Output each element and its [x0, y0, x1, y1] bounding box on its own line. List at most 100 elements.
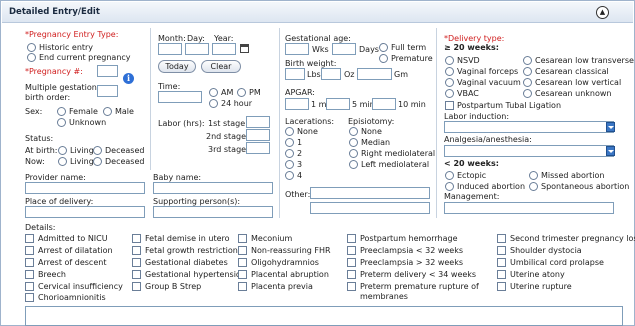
vaginal-forceps-label: Vaginal forceps: [457, 67, 519, 76]
other-input-1[interactable]: [310, 187, 430, 199]
historic-entry-radio[interactable]: [27, 43, 36, 52]
detail-checkbox[interactable]: [497, 270, 506, 279]
episiotomy-none-radio[interactable]: [349, 127, 358, 136]
labor-induction-dropdown-icon[interactable]: [606, 122, 615, 132]
premature-radio[interactable]: [379, 54, 388, 63]
detail-checkbox[interactable]: [25, 234, 34, 243]
24-hour-radio[interactable]: [209, 99, 218, 108]
laceration-3-radio[interactable]: [285, 160, 294, 169]
episiotomy-median-radio[interactable]: [349, 138, 358, 147]
detail-checkbox[interactable]: [132, 270, 141, 279]
ectopic-radio[interactable]: [445, 171, 454, 180]
cesarean-unknown-radio[interactable]: [523, 89, 532, 98]
analgesia-dropdown-icon[interactable]: [606, 146, 615, 156]
laceration-none-radio[interactable]: [285, 127, 294, 136]
cesarean-low-vertical-radio[interactable]: [523, 78, 532, 87]
detail-checkbox[interactable]: [347, 270, 356, 279]
detail-checkbox[interactable]: [25, 246, 34, 255]
am-radio[interactable]: [209, 88, 218, 97]
nsvd-radio[interactable]: [445, 56, 454, 65]
analgesia-select[interactable]: [444, 145, 614, 157]
year-input[interactable]: [212, 43, 236, 55]
detail-checkbox[interactable]: [497, 246, 506, 255]
detail-checkbox[interactable]: [347, 234, 356, 243]
at-birth-deceased-radio[interactable]: [93, 146, 102, 155]
third-stage-input[interactable]: [246, 142, 270, 154]
first-stage-input[interactable]: [246, 116, 270, 128]
vbac-radio[interactable]: [445, 89, 454, 98]
detail-checkbox[interactable]: [25, 258, 34, 267]
detail-checkbox[interactable]: [497, 258, 506, 267]
detail-checkbox[interactable]: [238, 246, 247, 255]
laceration-1-radio[interactable]: [285, 138, 294, 147]
sex-female-radio[interactable]: [57, 107, 66, 116]
laceration-2-radio[interactable]: [285, 149, 294, 158]
cesarean-classical-radio[interactable]: [523, 67, 532, 76]
detail-checkbox[interactable]: [25, 270, 34, 279]
detail-checkbox[interactable]: [238, 282, 247, 291]
today-button[interactable]: Today: [158, 60, 196, 73]
laceration-4-radio[interactable]: [285, 171, 294, 180]
apgar-5min-input[interactable]: [326, 98, 350, 110]
vaginal-forceps-radio[interactable]: [445, 67, 454, 76]
second-stage-input[interactable]: [246, 129, 270, 141]
supporting-persons-input[interactable]: [153, 206, 273, 218]
missed-abortion-radio[interactable]: [529, 171, 538, 180]
detail-checkbox[interactable]: [132, 246, 141, 255]
detail-checkbox[interactable]: [238, 270, 247, 279]
detail-checkbox[interactable]: [132, 234, 141, 243]
month-input[interactable]: [158, 43, 182, 55]
clear-button[interactable]: Clear: [201, 60, 241, 73]
time-input[interactable]: [158, 91, 202, 103]
now-deceased-radio[interactable]: [93, 157, 102, 166]
full-term-radio[interactable]: [379, 43, 388, 52]
vaginal-vacuum-radio[interactable]: [445, 78, 454, 87]
end-current-pregnancy-radio[interactable]: [27, 53, 36, 62]
detail-checkbox[interactable]: [25, 293, 34, 302]
weight-gm-input[interactable]: [357, 68, 392, 80]
pregnancy-number-input[interactable]: [97, 65, 118, 77]
detail-checkbox[interactable]: [238, 234, 247, 243]
episiotomy-left-radio[interactable]: [349, 160, 358, 169]
sex-unknown-radio[interactable]: [57, 118, 66, 127]
place-of-delivery-input[interactable]: [25, 206, 145, 218]
management-input[interactable]: [444, 202, 614, 214]
detail-label: Fetal growth restriction: [145, 246, 238, 255]
detail-checkbox[interactable]: [132, 282, 141, 291]
details-notes-textarea[interactable]: [25, 306, 623, 326]
birth-order-input[interactable]: [97, 85, 118, 97]
gestational-weeks-input[interactable]: [285, 43, 309, 55]
info-icon[interactable]: i: [123, 73, 134, 84]
at-birth-living-radio[interactable]: [58, 146, 67, 155]
gestational-days-input[interactable]: [332, 43, 356, 55]
labor-induction-select[interactable]: [444, 121, 614, 133]
detail-checkbox[interactable]: [347, 282, 356, 291]
apgar-1min-input[interactable]: [285, 98, 309, 110]
induced-abortion-radio[interactable]: [445, 182, 454, 191]
detail-checkbox[interactable]: [347, 246, 356, 255]
weight-lbs-input[interactable]: [285, 68, 305, 80]
detail-checkbox[interactable]: [497, 234, 506, 243]
now-living-radio[interactable]: [58, 157, 67, 166]
detail-checkbox[interactable]: [497, 282, 506, 291]
episiotomy-right-radio[interactable]: [349, 149, 358, 158]
spontaneous-abortion-radio[interactable]: [529, 182, 538, 191]
calendar-icon[interactable]: [240, 44, 249, 53]
day-input[interactable]: [185, 43, 209, 55]
apgar-10min-input[interactable]: [372, 98, 396, 110]
pm-radio[interactable]: [237, 88, 246, 97]
detail-checkbox[interactable]: [132, 258, 141, 267]
third-stage-label: 3rd stage:: [208, 145, 249, 154]
episiotomy-label: Episiotomy:: [348, 117, 395, 126]
detail-checkbox[interactable]: [347, 258, 356, 267]
provider-name-input[interactable]: [25, 182, 145, 194]
tubal-ligation-checkbox[interactable]: [445, 101, 454, 110]
detail-checkbox[interactable]: [25, 282, 34, 291]
baby-name-input[interactable]: [153, 182, 273, 194]
collapse-icon[interactable]: ▲: [596, 6, 609, 19]
detail-checkbox[interactable]: [238, 258, 247, 267]
cesarean-low-transverse-radio[interactable]: [523, 56, 532, 65]
other-input-2[interactable]: [310, 202, 430, 214]
weight-oz-input[interactable]: [321, 68, 341, 80]
sex-male-radio[interactable]: [103, 107, 112, 116]
